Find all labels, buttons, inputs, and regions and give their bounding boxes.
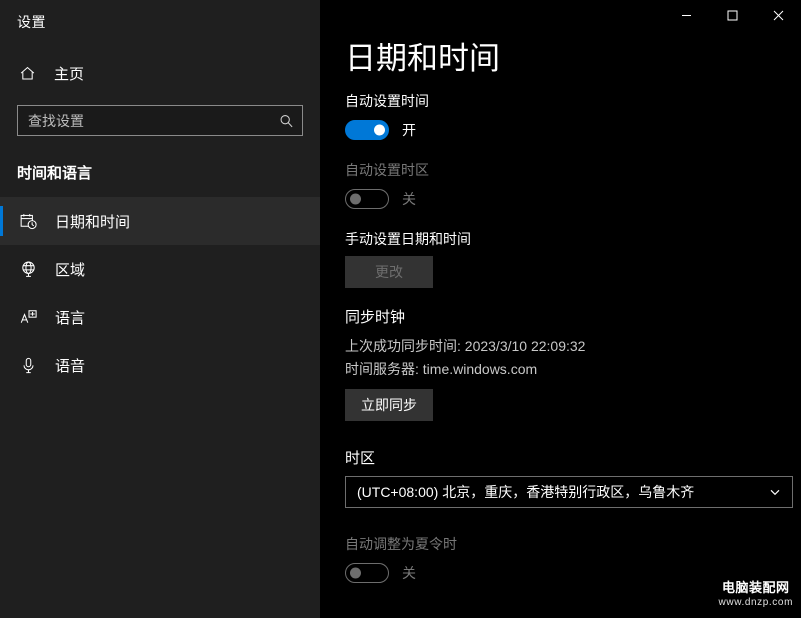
watermark-url: www.dnzp.com [718,597,793,608]
sidebar-category-title: 时间和语言 [17,165,93,182]
home-icon [17,63,37,83]
close-button[interactable] [755,0,801,30]
chevron-down-icon [769,486,781,498]
globe-icon [17,258,39,280]
auto-time-state: 开 [402,122,416,139]
sidebar-item-region[interactable]: 区域 [0,245,320,293]
dst-state: 关 [402,564,416,581]
setting-auto-time: 自动设置时间 开 [345,91,801,142]
microphone-icon [17,354,39,376]
auto-timezone-state: 关 [402,191,416,208]
toggle-knob [350,567,361,579]
setting-auto-timezone-label: 自动设置时区 [345,162,429,179]
calendar-clock-icon [17,210,39,232]
toggle-knob [350,193,361,205]
dst-toggle[interactable] [345,562,389,583]
timezone-title: 时区 [345,449,376,467]
timezone-dropdown[interactable]: (UTC+08:00) 北京，重庆，香港特别行政区，乌鲁木齐 [345,475,793,508]
app-title: 设置 [17,14,46,30]
title-bar [320,0,801,32]
maximize-button[interactable] [709,0,755,30]
setting-manual-datetime-label: 手动设置日期和时间 [345,231,471,248]
sidebar-item-home[interactable]: 主页 [0,55,320,91]
sidebar-nav: 日期和时间 区域 语言 语音 [0,197,320,389]
sidebar-item-home-label: 主页 [54,65,85,83]
timezone-selected-value: (UTC+08:00) 北京，重庆，香港特别行政区，乌鲁木齐 [357,483,695,500]
change-datetime-button[interactable]: 更改 [345,256,433,289]
sidebar-item-date-and-time-label: 日期和时间 [55,213,131,231]
settings-window: 设置 主页 时间和语言 [0,0,801,618]
auto-timezone-toggle[interactable] [345,189,389,210]
sync-clock-title: 同步时钟 [345,309,406,327]
main-content: 日期和时间 自动设置时间 开 自动设置时区 关 手动设置日期和时间 更改 同步时… [320,0,801,618]
sidebar: 设置 主页 时间和语言 [0,0,320,618]
setting-auto-timezone: 自动设置时区 关 [345,160,801,211]
setting-dst: 自动调整为夏令时 关 [345,534,801,585]
sidebar-item-language-label: 语言 [55,309,86,327]
page-title: 日期和时间 [345,41,500,76]
auto-time-toggle[interactable] [345,120,389,141]
section-sync-clock: 同步时钟 上次成功同步时间: 2023/3/10 22:09:32 时间服务器:… [345,306,801,421]
sidebar-item-region-label: 区域 [55,261,86,279]
last-sync-time: 上次成功同步时间: 2023/3/10 22:09:32 [345,338,586,355]
section-timezone: 时区 (UTC+08:00) 北京，重庆，香港特别行政区，乌鲁木齐 [345,447,801,508]
settings-panel: 日期和时间 自动设置时间 开 自动设置时区 关 手动设置日期和时间 更改 同步时… [320,32,801,585]
sync-now-button[interactable]: 立即同步 [345,388,433,421]
sidebar-item-language[interactable]: 语言 [0,293,320,341]
setting-dst-label: 自动调整为夏令时 [345,535,457,552]
time-server: 时间服务器: time.windows.com [345,360,538,377]
toggle-knob [374,124,385,136]
sidebar-item-speech[interactable]: 语音 [0,341,320,389]
language-icon [17,306,39,328]
setting-auto-time-row: 开 [345,118,801,142]
setting-manual-datetime: 手动设置日期和时间 更改 [345,229,801,289]
setting-dst-row: 关 [345,561,801,585]
sidebar-item-speech-label: 语音 [55,357,86,375]
search-container [17,105,303,136]
search-input[interactable] [17,105,303,136]
minimize-button[interactable] [663,0,709,30]
setting-auto-time-label: 自动设置时间 [345,93,429,110]
setting-auto-timezone-row: 关 [345,187,801,211]
sidebar-item-date-and-time[interactable]: 日期和时间 [0,197,320,245]
